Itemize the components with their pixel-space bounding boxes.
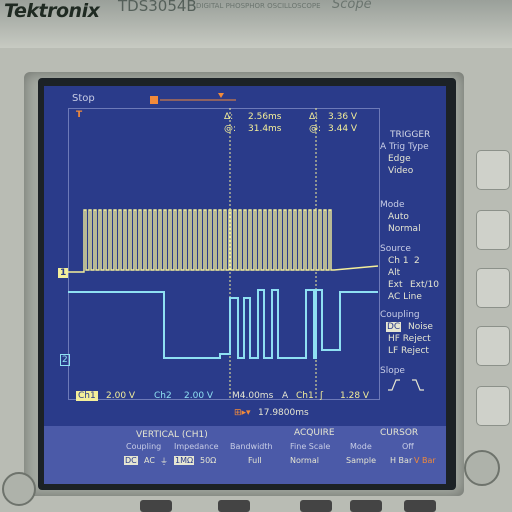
- source-ac-line[interactable]: AC Line: [388, 292, 422, 302]
- trigger-source: Ch1: [296, 391, 314, 401]
- side-menu-buttons: [470, 150, 510, 480]
- trigger-level-value: 1.28 V: [340, 391, 370, 401]
- source-ext[interactable]: Ext: [388, 280, 403, 290]
- bottom-button-3[interactable]: [300, 500, 332, 512]
- acquire-menu-title: ACQUIRE: [294, 428, 335, 438]
- ch1-trace: [68, 209, 379, 273]
- cursor-hbar-option[interactable]: H Bar: [390, 456, 412, 465]
- bottom-button-4[interactable]: [350, 500, 382, 512]
- oscilloscope-top-strip: Tektronix TDS3054B DIGITAL PHOSPHOR OSCI…: [0, 0, 512, 48]
- coupling-menu-label[interactable]: Coupling: [126, 442, 161, 451]
- mode-auto[interactable]: Auto: [388, 212, 409, 222]
- ch2-scale-label: Ch2: [154, 391, 172, 401]
- trigger-menu-title: TRIGGER: [390, 130, 431, 140]
- coupling-lf-reject[interactable]: LF Reject: [388, 346, 429, 356]
- falling-slope-icon[interactable]: [412, 379, 424, 391]
- ch1-scale-value: 2.00 V: [106, 391, 136, 401]
- ch1-scale-label: Ch1: [76, 391, 98, 401]
- menu-off-knob[interactable]: [464, 450, 500, 486]
- horizontal-offset: 17.9800ms: [258, 408, 309, 418]
- trigger-level-marker: T: [76, 110, 83, 120]
- ch2-trace: [68, 289, 378, 359]
- bottom-button-1[interactable]: [140, 500, 172, 512]
- acquire-sample-option[interactable]: Sample: [346, 456, 376, 465]
- trigger-slope: ʃ: [320, 391, 324, 401]
- trig-type-label: A Trig Type: [380, 142, 429, 152]
- side-button-2[interactable]: [476, 210, 510, 250]
- rising-slope-icon[interactable]: [388, 379, 400, 391]
- side-button-1[interactable]: [476, 150, 510, 190]
- trig-type-edge[interactable]: Edge: [388, 154, 411, 164]
- mode-normal[interactable]: Normal: [388, 224, 421, 234]
- acquire-mode-menu-label[interactable]: Mode: [350, 442, 372, 451]
- bottom-button-2[interactable]: [218, 500, 250, 512]
- source-alt[interactable]: Alt: [388, 268, 400, 278]
- bottom-button-5[interactable]: [404, 500, 436, 512]
- coupling-label: Coupling: [380, 310, 420, 320]
- trigger-mode: A: [282, 391, 289, 401]
- bottom-menu: VERTICAL (CH1) ACQUIRE CURSOR Coupling I…: [44, 426, 446, 484]
- source-ch2[interactable]: 2: [414, 256, 420, 266]
- slope-icons[interactable]: [386, 378, 434, 392]
- power-knob[interactable]: [2, 472, 36, 506]
- mode-label: Mode: [380, 200, 405, 210]
- ch1-ground-marker: 1: [58, 268, 69, 278]
- trigger-menu: TRIGGER A Trig Type Edge Video Mode Auto…: [378, 108, 446, 418]
- source-ch1[interactable]: Ch 1: [388, 256, 409, 266]
- model-description: DIGITAL PHOSPHOR OSCILLOSCOPE: [196, 2, 321, 10]
- cursor-vbar-option[interactable]: V Bar: [414, 456, 436, 465]
- side-button-3[interactable]: [476, 268, 510, 308]
- cursor-off-menu-label[interactable]: Off: [402, 442, 414, 451]
- coupling-hf-reject[interactable]: HF Reject: [388, 334, 431, 344]
- impedance-50-option[interactable]: 50Ω: [200, 456, 216, 465]
- timebase-value: M4.00ms: [232, 391, 274, 401]
- brand-logo: Tektronix: [4, 0, 100, 22]
- fine-scale-menu-label[interactable]: Fine Scale: [290, 442, 330, 451]
- scope-label: Scope: [332, 0, 372, 12]
- oscilloscope-screen: Stop Δ: 2.56ms @: 31.4ms Δ: 3.36 V @: 3.…: [44, 86, 446, 484]
- source-label: Source: [380, 244, 411, 254]
- side-button-5[interactable]: [476, 386, 510, 426]
- bandwidth-full-option[interactable]: Full: [248, 456, 262, 465]
- horizontal-offset-icon: ⊞▸▾: [234, 408, 251, 418]
- source-ext10[interactable]: Ext/10: [410, 280, 439, 290]
- coupling-ac-option[interactable]: AC: [144, 456, 155, 465]
- trig-type-video[interactable]: Video: [388, 166, 413, 176]
- coupling-dc-option[interactable]: DC: [124, 456, 138, 465]
- coupling-gnd-option[interactable]: ⏚: [160, 456, 168, 467]
- cursor-menu-title: CURSOR: [380, 428, 419, 438]
- fine-scale-normal-option[interactable]: Normal: [290, 456, 319, 465]
- side-button-4[interactable]: [476, 326, 510, 366]
- impedance-menu-label[interactable]: Impedance: [174, 442, 219, 451]
- coupling-dc[interactable]: DC: [386, 322, 402, 332]
- vertical-menu-title: VERTICAL (CH1): [136, 430, 208, 440]
- coupling-noise[interactable]: Noise: [408, 322, 433, 332]
- ch2-scale-value: 2.00 V: [184, 391, 214, 401]
- bandwidth-menu-label[interactable]: Bandwidth: [230, 442, 273, 451]
- impedance-1m-option[interactable]: 1MΩ: [174, 456, 195, 465]
- ch2-ground-marker: 2: [60, 354, 70, 366]
- model-number: TDS3054B: [118, 0, 197, 15]
- slope-label: Slope: [380, 366, 405, 376]
